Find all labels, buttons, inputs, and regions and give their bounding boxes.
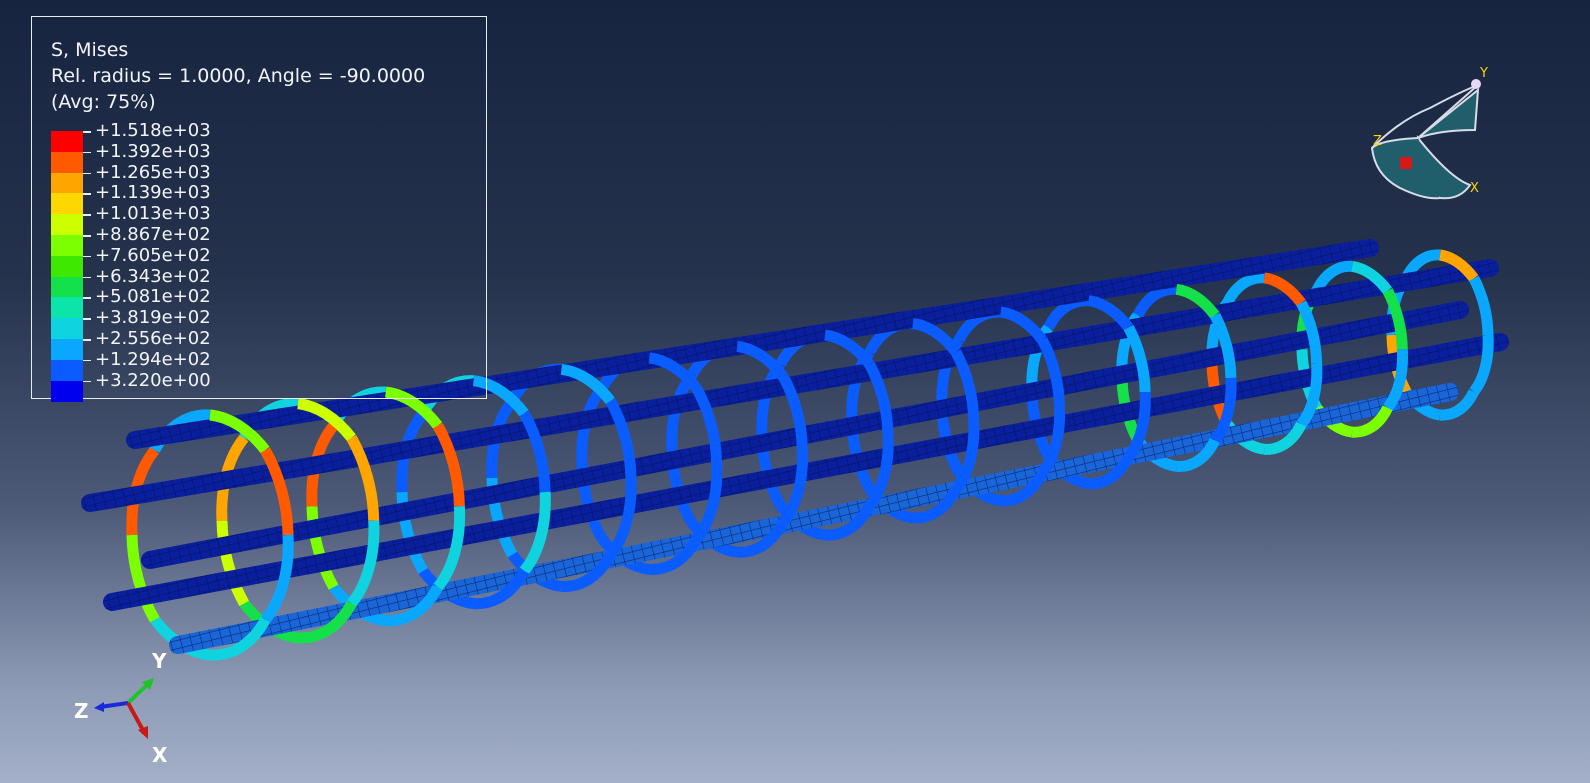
stirrup-ring-front-segment[interactable]: [778, 449, 809, 526]
legend-swatch: [51, 297, 83, 319]
stirrup-ring-front-segment[interactable]: [999, 306, 1047, 344]
legend-swatch: [51, 359, 83, 381]
axis-triad: Y Z X: [74, 649, 168, 767]
triad-z-label: Z: [74, 699, 89, 723]
legend-tick: [83, 172, 91, 175]
legend-swatch: [51, 172, 83, 194]
legend-swatch: [51, 193, 83, 215]
legend-tick: [83, 193, 91, 195]
stirrup-ring-back-segment[interactable]: [216, 520, 250, 607]
legend-label: +1.518e+03: [95, 120, 211, 141]
legend-label: +6.343e+02: [95, 265, 211, 287]
stirrup-ring-front-segment[interactable]: [736, 340, 788, 381]
legend-tick: [83, 297, 91, 299]
legend-swatch: [51, 318, 83, 340]
compass-y-label: Y: [1479, 66, 1488, 81]
compass-x-label: X: [1470, 181, 1479, 196]
legend-label: +5.081e+02: [95, 286, 211, 308]
legend-label: +3.819e+02: [95, 307, 211, 329]
stirrup-ring-front-segment[interactable]: [824, 329, 874, 368]
legend-label: +3.220e+00: [95, 369, 211, 391]
legend-label: +1.392e+03: [95, 140, 211, 162]
legend-label: +2.556e+02: [95, 328, 211, 349]
legend-tick: [83, 214, 91, 216]
legend-title: S, Mises: [51, 39, 129, 61]
legend-tick: [83, 255, 91, 258]
legend-swatch: [51, 380, 83, 402]
legend-label: +1.294e+02: [95, 348, 211, 370]
legend-swatch: [51, 151, 83, 173]
view-manipulation-compass[interactable]: Y Z X: [1360, 60, 1510, 210]
compass-center-marker[interactable]: [1400, 157, 1412, 169]
legend-tick: [83, 131, 91, 133]
legend-label: +1.265e+03: [95, 161, 211, 183]
legend-label: +7.605e+02: [95, 244, 211, 266]
legend-tick: [83, 359, 91, 362]
legend-tick: [83, 235, 91, 237]
legend-averaging: (Avg: 75%): [51, 91, 156, 113]
legend-swatch: [51, 255, 83, 277]
triad-z-arrowhead: [94, 702, 104, 712]
legend-label: +1.139e+03: [95, 182, 211, 204]
legend-tick: [83, 276, 91, 279]
triad-y-label: Y: [151, 649, 167, 673]
legend-subtitle: Rel. radius = 1.0000, Angle = -90.0000: [51, 65, 426, 87]
stirrup-ring-back-segment[interactable]: [1132, 283, 1177, 318]
legend-swatch: [51, 131, 83, 152]
stirrup-ring-front-segment[interactable]: [911, 318, 961, 356]
stirrup-ring-front-segment[interactable]: [1123, 324, 1151, 393]
stirrup-ring-back-segment[interactable]: [126, 534, 160, 623]
triad-z-axis: [99, 701, 129, 709]
stirrup-ring-front-segment[interactable]: [865, 434, 894, 510]
legend-tick: [83, 380, 91, 383]
stirrup-ring-front-segment[interactable]: [1468, 275, 1494, 336]
legend-label: +8.867e+02: [95, 224, 211, 245]
legend-swatch: [51, 339, 83, 360]
legend-label: +1.013e+03: [95, 203, 211, 225]
legend-tick: [83, 151, 91, 154]
abaqus-viewport[interactable]: S, Mises Rel. radius = 1.0000, Angle = -…: [0, 0, 1590, 783]
legend-swatch: [51, 235, 83, 256]
contour-legend: S, Mises Rel. radius = 1.0000, Angle = -…: [31, 16, 487, 402]
legend-swatch: [51, 214, 83, 236]
compass-z-label: Z: [1373, 134, 1382, 149]
legend-swatch: [51, 276, 83, 298]
legend-tick: [83, 339, 91, 341]
triad-x-axis: [126, 702, 146, 733]
triad-x-label: X: [152, 743, 168, 767]
legend-tick: [83, 318, 91, 320]
